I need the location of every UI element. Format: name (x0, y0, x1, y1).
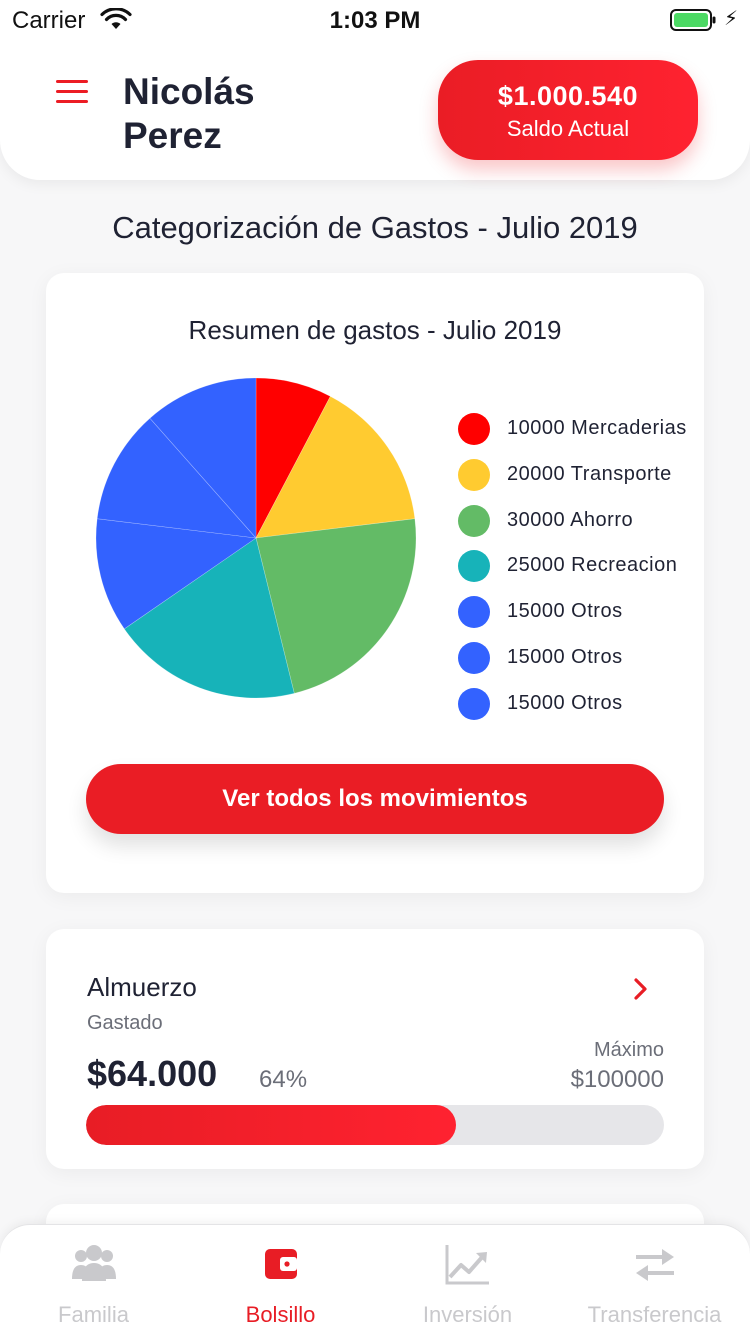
legend-dot-6 (458, 687, 490, 720)
legend-dot-1 (458, 458, 490, 491)
transfer-icon (636, 1249, 674, 1281)
chart-title: Resumen de gastos - Julio 2019 (188, 315, 562, 345)
expense-progress-fill (86, 1105, 456, 1145)
legend-item-1: 20000 Transporte (456, 455, 688, 501)
balance-amount: $1.000.540 (497, 81, 639, 111)
expense-sublabel: Gastado (87, 1012, 163, 1034)
user-name: Nicolás Perez (123, 71, 255, 156)
tab-familia-label: Familia (58, 1302, 129, 1327)
legend-label-3: 25000 Recreacion (507, 554, 678, 577)
family-icon (72, 1245, 116, 1281)
expense-percent: 64% (259, 1066, 308, 1093)
battery-icon (670, 9, 716, 31)
legend-label-0: 10000 Mercaderias (507, 417, 687, 439)
legend-label-5: 15000 Otros (507, 645, 623, 668)
legend-label-1: 20000 Transporte (507, 462, 672, 485)
expense-max-value: $100000 (570, 1066, 664, 1093)
wallet-icon (265, 1249, 297, 1279)
legend-dot-5 (458, 641, 490, 674)
legend-item-0: 10000 Mercaderias (456, 409, 688, 455)
tab-bolsillo-label: Bolsillo (245, 1302, 316, 1327)
legend-label-4: 15000 Otros (507, 600, 623, 623)
legend-item-4: 15000 Otros (456, 592, 688, 638)
tab-transferencia-label: Transferencia (587, 1302, 722, 1327)
section-title: Categorización de Gastos - Julio 2019 (112, 210, 638, 245)
tab-familia[interactable]: Familia (0, 1225, 187, 1335)
chevron-right-icon[interactable] (632, 977, 650, 1001)
legend-dot-2 (458, 504, 490, 537)
legend-dot-3 (458, 550, 490, 583)
legend-item-5: 15000 Otros (456, 638, 688, 684)
chart-legend: 10000 Mercaderias 20000 Transporte 30000 A… (456, 409, 688, 730)
legend-label-2: 30000 Ahorro (507, 508, 634, 531)
expense-card-almuerzo[interactable]: Almuerzo Gastado $64.000 64% Máximo $100… (46, 929, 704, 1169)
chart-line-icon (445, 1245, 489, 1285)
legend-item-6: 15000 Otros (456, 684, 688, 730)
legend-item-3: 25000 Recreacion (456, 546, 688, 592)
expense-max-label: Máximo (593, 1039, 664, 1061)
tab-bolsillo[interactable]: Bolsillo (187, 1225, 374, 1335)
pie-chart (95, 377, 417, 699)
tab-bar: Familia Bolsillo Inversión Transferencia (0, 1224, 750, 1335)
balance-label: Saldo Actual (506, 116, 630, 141)
hamburger-menu-icon[interactable] (56, 80, 88, 104)
expense-name: Almuerzo (87, 972, 197, 1002)
view-all-movements-button[interactable]: Ver todos los movimientos (86, 764, 664, 834)
legend-label-6: 15000 Otros (507, 691, 623, 714)
legend-dot-4 (458, 596, 490, 629)
tab-inversion-label: Inversión (422, 1302, 513, 1327)
status-time: 1:03 PM (329, 7, 421, 34)
charging-icon: ⚡ (724, 8, 739, 30)
expense-chart-card: Resumen de gastos - Julio 2019 10000 Mer… (46, 273, 704, 893)
legend-item-2: 30000 Ahorro (456, 501, 688, 547)
expense-amount: $64.000 (87, 1053, 218, 1094)
status-bar: Carrier 1:03 PM ⚡ (0, 0, 750, 40)
expense-progress-bar (86, 1105, 664, 1145)
balance-button[interactable]: $1.000.540 Saldo Actual (438, 60, 698, 160)
tab-inversion[interactable]: Inversión (374, 1225, 561, 1335)
legend-dot-0 (458, 413, 490, 445)
tab-transferencia[interactable]: Transferencia (561, 1225, 748, 1335)
